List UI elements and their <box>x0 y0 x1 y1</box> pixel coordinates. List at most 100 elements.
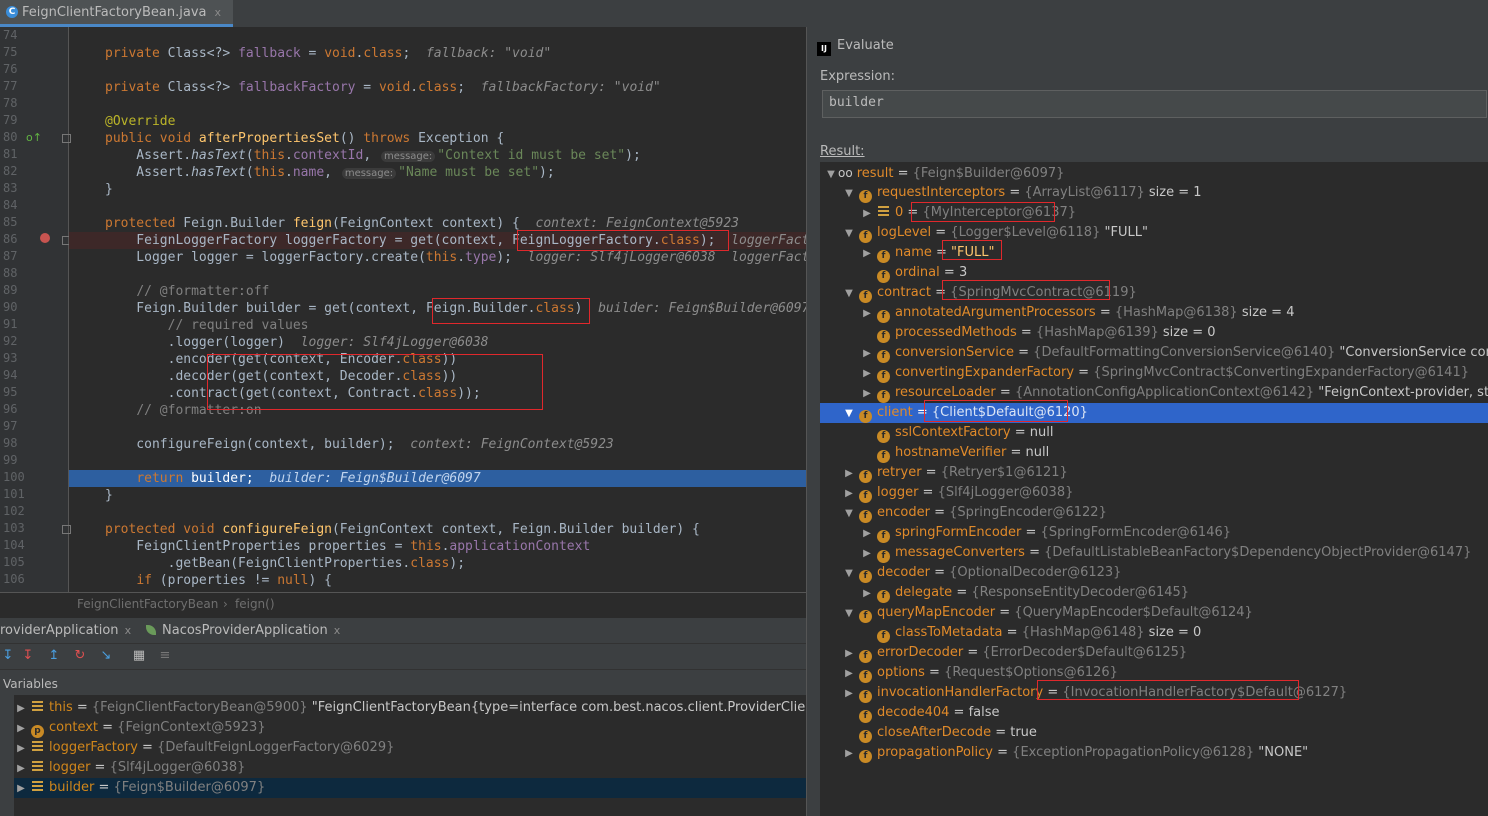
tree-row[interactable]: f sslContextFactory = null <box>820 423 1488 443</box>
field-icon: f <box>877 550 890 563</box>
expression-input[interactable]: builder <box>822 90 1487 118</box>
tree-row[interactable]: f classToMetadata = {HashMap@6148} size =… <box>820 623 1488 643</box>
tree-row[interactable]: f ordinal = 3 <box>820 263 1488 283</box>
collapse-icon[interactable]: ▼ <box>842 504 856 523</box>
force-step-into-icon[interactable]: ↧ <box>20 648 36 664</box>
tree-row[interactable]: ▶ 0 = {MyInterceptor@6137} <box>820 203 1488 223</box>
tree-row-selected[interactable]: ▼ f client = {Client$Default@6120} <box>820 403 1488 423</box>
field-name: name <box>292 165 325 180</box>
tree-row[interactable]: ▼ f requestInterceptors = {ArrayList@6117}… <box>820 183 1488 203</box>
field-icon <box>32 761 43 772</box>
close-icon[interactable]: x <box>125 624 132 637</box>
node-type: {Client$Default@6120} <box>931 405 1088 420</box>
tree-row[interactable]: ▶ f options = {Request$Options@6126} <box>820 663 1488 683</box>
collapse-icon[interactable]: ▼ <box>842 564 856 583</box>
expand-icon[interactable]: ▶ <box>842 464 856 483</box>
expand-icon[interactable]: ▶ <box>860 384 874 403</box>
inline-value-hint: logger: Slf4jLogger@6038 <box>300 335 489 350</box>
debug-tab[interactable]: NacosProviderApplication x <box>146 623 340 638</box>
variable-row[interactable]: ▶ logger = {Slf4jLogger@6038} <box>14 758 806 778</box>
drop-frame-icon[interactable]: ↻ <box>72 648 88 664</box>
tree-row[interactable]: ▶ f name = "FULL" <box>820 243 1488 263</box>
tree-row[interactable]: ▶ f convertingExpanderFactory = {SpringMvc… <box>820 363 1488 383</box>
collapse-icon[interactable]: ▼ <box>842 284 856 303</box>
expand-icon[interactable]: ▶ <box>860 304 874 323</box>
expand-icon[interactable]: ▶ <box>860 544 874 563</box>
expand-icon[interactable]: ▶ <box>842 664 856 683</box>
expand-icon[interactable]: ▶ <box>842 484 856 503</box>
tree-row[interactable]: ▼ f logLevel = {Logger$Level@6118} "FULL" <box>820 223 1488 243</box>
tree-row[interactable]: ▶ f propagationPolicy = {ExceptionPropagat… <box>820 743 1488 763</box>
tree-row[interactable]: ▼ f contract = {SpringMvcContract@6119} <box>820 283 1488 303</box>
result-tree[interactable]: ▼ oo result = {Feign$Builder@6097} ▼ f reque… <box>820 162 1488 816</box>
collapse-icon[interactable]: ▼ <box>842 184 856 203</box>
tree-row[interactable]: ▶ f delegate = {ResponseEntityDecoder@6145… <box>820 583 1488 603</box>
tree-row[interactable]: f hostnameVerifier = null <box>820 443 1488 463</box>
expand-icon[interactable]: ▶ <box>14 719 28 738</box>
trace-icon[interactable]: ≡ <box>157 648 173 664</box>
node-name: result <box>856 166 894 181</box>
variable-row[interactable]: ▶ this = {FeignClientFactoryBean@5900} "F… <box>14 698 806 718</box>
array-element-icon <box>878 206 889 217</box>
code-editor[interactable]: 74 75 76 77 78 79 80 81 82 83 84 85 86 8… <box>0 27 806 592</box>
expand-icon[interactable]: ▶ <box>860 344 874 363</box>
variable-row[interactable]: ▶ loggerFactory = {DefaultFeignLoggerFact… <box>14 738 806 758</box>
collapse-icon[interactable]: ▼ <box>842 604 856 623</box>
variable-row[interactable]: ▶ builder = {Feign$Builder@6097} <box>14 778 806 798</box>
variables-panel[interactable]: ▶ this = {FeignClientFactoryBean@5900} "F… <box>0 695 806 816</box>
expand-icon[interactable]: ▶ <box>860 584 874 603</box>
node-name: classToMetadata <box>895 625 1003 640</box>
expand-icon[interactable]: ▶ <box>842 744 856 763</box>
tree-row[interactable]: ▶ f invocationHandlerFactory = {Invocation… <box>820 683 1488 703</box>
breadcrumb-item[interactable]: FeignClientFactoryBean <box>77 597 218 611</box>
tree-row[interactable]: ▼ f decoder = {OptionalDecoder@6123} <box>820 563 1488 583</box>
line-number: 96 <box>3 402 18 416</box>
collapse-icon[interactable]: ▼ <box>842 224 856 243</box>
line-number: 79 <box>3 113 18 127</box>
run-to-cursor-icon[interactable]: ↘ <box>98 648 114 664</box>
tree-row[interactable]: ▶ f annotatedArgumentProcessors = {HashMap… <box>820 303 1488 323</box>
expand-icon[interactable]: ▶ <box>860 364 874 383</box>
tree-row[interactable]: ▶ f resourceLoader = {AnnotationConfigAppl… <box>820 383 1488 403</box>
tree-row[interactable]: ▶ f retryer = {Retryer$1@6121} <box>820 463 1488 483</box>
step-out-icon[interactable]: ↥ <box>46 648 62 664</box>
expand-icon[interactable]: ▶ <box>860 524 874 543</box>
expand-icon[interactable]: ▶ <box>14 779 28 798</box>
line-number: 85 <box>3 215 18 229</box>
evaluate-expression-icon[interactable]: ▦ <box>131 648 147 664</box>
tree-row[interactable]: ▼ f queryMapEncoder = {QueryMapEncoder$Def… <box>820 603 1488 623</box>
debug-tab[interactable]: roviderApplication x <box>0 623 131 638</box>
node-value: "FeignContext-provider, started on Fri <box>1318 385 1488 400</box>
expand-icon[interactable]: ▶ <box>14 739 28 758</box>
tree-row[interactable]: f decode404 = false <box>820 703 1488 723</box>
collapse-icon[interactable]: ▼ <box>824 165 838 183</box>
override-marker-icon[interactable]: o↑ <box>26 131 42 144</box>
tree-row[interactable]: ▼ f encoder = {SpringEncoder@6122} <box>820 503 1488 523</box>
tree-row[interactable]: ▶ f logger = {Slf4jLogger@6038} <box>820 483 1488 503</box>
variable-row[interactable]: ▶ p context = {FeignContext@5923} <box>14 718 806 738</box>
class-literal: FeignLoggerFactory <box>512 233 653 248</box>
code-area[interactable]: private Class<?> fallback = void.class; … <box>69 27 806 592</box>
tree-row[interactable]: ▶ f springFormEncoder = {SpringFormEncoder… <box>820 523 1488 543</box>
expand-icon[interactable]: ▶ <box>860 204 874 223</box>
tree-row[interactable]: ▶ f errorDecoder = {ErrorDecoder$Default@6… <box>820 643 1488 663</box>
expand-icon[interactable]: ▶ <box>842 684 856 703</box>
expand-icon[interactable]: ▶ <box>842 644 856 663</box>
expand-icon[interactable]: ▶ <box>14 759 28 778</box>
editor-tab[interactable]: C FeignClientFactoryBean.java x <box>0 0 233 27</box>
close-tab-icon[interactable]: x <box>214 6 221 19</box>
tree-row[interactable]: f processedMethods = {HashMap@6139} size … <box>820 323 1488 343</box>
tree-row[interactable]: ▶ f messageConverters = {DefaultListableBe… <box>820 543 1488 563</box>
close-icon[interactable]: x <box>334 624 341 637</box>
tree-row[interactable]: ▶ f conversionService = {DefaultFormatting… <box>820 343 1488 363</box>
breadcrumb-item[interactable]: feign() <box>235 597 275 611</box>
node-name: logger <box>877 485 919 500</box>
expand-icon[interactable]: ▶ <box>860 244 874 263</box>
collapse-icon[interactable]: ▼ <box>842 404 856 423</box>
tree-row[interactable]: ▼ oo result = {Feign$Builder@6097} <box>820 163 1488 183</box>
step-over-icon[interactable]: ↧ <box>0 648 16 664</box>
tree-row[interactable]: f closeAfterDecode = true <box>820 723 1488 743</box>
field-icon: f <box>859 190 872 203</box>
breakpoint-icon[interactable] <box>40 233 50 243</box>
expand-icon[interactable]: ▶ <box>14 699 28 718</box>
